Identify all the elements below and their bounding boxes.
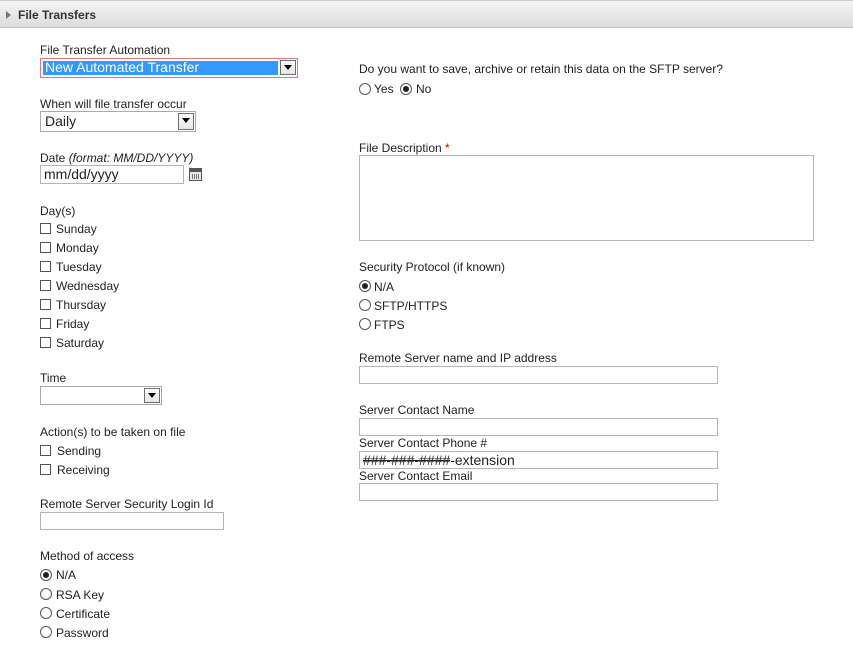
date-input[interactable]: mm/dd/yyyy [40, 165, 184, 184]
login-label: Remote Server Security Login Id [40, 497, 214, 511]
calendar-icon[interactable] [189, 168, 202, 181]
contact-name-label: Server Contact Name [359, 403, 475, 417]
radio-access-rsa-key[interactable] [40, 588, 52, 600]
time-label: Time [40, 371, 67, 385]
checkbox-thursday[interactable] [40, 299, 51, 310]
checkbox-label-sunday: Sunday [56, 222, 97, 236]
contact-phone-placeholder-struck: ###-###-#### [363, 452, 451, 468]
required-mark: * [445, 141, 450, 155]
checkbox-label-monday: Monday [56, 241, 99, 255]
checkbox-label-sending: Sending [57, 444, 102, 458]
radio-label-access-password: Password [56, 626, 109, 640]
checkbox-friday[interactable] [40, 318, 51, 329]
radio-protocol-ftps[interactable] [359, 318, 371, 330]
contact-phone-label: Server Contact Phone # [359, 436, 488, 450]
remote-server-label: Remote Server name and IP address [359, 351, 557, 365]
checkbox-label-tuesday: Tuesday [56, 260, 102, 274]
retain-question: Do you want to save, archive or retain t… [359, 62, 723, 76]
frequency-select-value: Daily [45, 113, 77, 129]
radio-label-protocol-na: N/A [374, 280, 395, 294]
checkbox-sunday[interactable] [40, 223, 51, 234]
section-title: File Transfers [18, 8, 97, 22]
file-description-label: File Description * [359, 141, 450, 155]
contact-email-input[interactable] [359, 483, 718, 501]
checkbox-label-saturday: Saturday [56, 336, 105, 350]
date-label: Date (format: MM/DD/YYYY) [40, 151, 193, 165]
radio-retain-no[interactable] [400, 83, 412, 95]
checkbox-label-friday: Friday [56, 317, 90, 331]
radio-label-access-certificate: Certificate [56, 607, 111, 621]
remote-server-input[interactable] [359, 366, 718, 384]
checkbox-label-receiving: Receiving [57, 463, 110, 477]
checkbox-tuesday[interactable] [40, 261, 51, 272]
checkbox-monday[interactable] [40, 242, 51, 253]
checkbox-label-thursday: Thursday [56, 298, 107, 312]
checkbox-receiving[interactable] [40, 464, 51, 475]
radio-label-protocol-ftps: FTPS [374, 318, 405, 332]
access-label: Method of access [40, 549, 135, 563]
radio-protocol-sftp-https[interactable] [359, 299, 371, 311]
file-description-textarea[interactable] [359, 155, 814, 241]
time-select[interactable] [40, 386, 162, 405]
contact-email-label: Server Contact Email [359, 469, 473, 483]
date-label-text: Date [40, 151, 69, 165]
radio-label-access-rsa-key: RSA Key [56, 588, 105, 602]
checkbox-saturday[interactable] [40, 337, 51, 348]
automation-select-value: New Automated Transfer [45, 59, 200, 75]
radio-label-access-na: N/A [56, 568, 77, 582]
radio-label-retain-no: No [416, 82, 432, 96]
checkbox-wednesday[interactable] [40, 280, 51, 291]
login-input[interactable] [40, 512, 224, 530]
radio-protocol-na[interactable] [359, 280, 371, 292]
protocol-label: Security Protocol (if known) [359, 260, 506, 274]
contact-phone-input[interactable]: ###-###-####-extension [359, 451, 718, 469]
chevron-down-icon[interactable] [178, 113, 194, 130]
contact-name-input[interactable] [359, 418, 718, 436]
automation-select[interactable]: New Automated Transfer [40, 58, 298, 78]
radio-access-certificate[interactable] [40, 607, 52, 619]
checkbox-sending[interactable] [40, 445, 51, 456]
radio-label-protocol-sftp-https: SFTP/HTTPS [374, 299, 448, 313]
chevron-down-icon[interactable] [280, 60, 296, 75]
radio-access-na[interactable] [40, 569, 52, 581]
actions-label: Action(s) to be taken on file [40, 425, 186, 439]
radio-label-retain-yes: Yes [374, 82, 394, 96]
frequency-select[interactable]: Daily [40, 111, 196, 132]
radio-retain-yes[interactable] [359, 83, 371, 95]
checkbox-label-wednesday: Wednesday [56, 279, 120, 293]
section-header[interactable]: File Transfers [0, 0, 853, 28]
expand-arrow-icon[interactable] [6, 11, 11, 19]
automation-label: File Transfer Automation [40, 43, 171, 57]
file-description-label-text: File Description [359, 141, 446, 155]
radio-access-password[interactable] [40, 626, 52, 638]
contact-phone-placeholder: ###-###-####-extension [363, 452, 515, 468]
contact-phone-placeholder-rest: -extension [450, 452, 515, 468]
date-input-placeholder: mm/dd/yyyy [44, 166, 119, 182]
chevron-down-icon[interactable] [144, 388, 160, 403]
days-label: Day(s) [40, 204, 76, 218]
date-format-hint: (format: MM/DD/YYYY) [68, 151, 194, 165]
frequency-label: When will file transfer occur [40, 97, 187, 111]
